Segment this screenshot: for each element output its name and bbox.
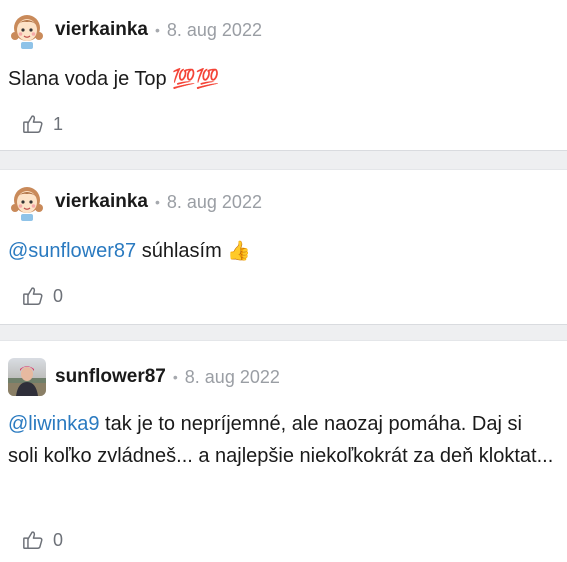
comment-text: @liwinka9 tak je to nepríjemné, ale naoz… [8, 408, 557, 472]
girl-cartoon-avatar-icon[interactable] [8, 11, 46, 49]
comment-date: 8. aug 2022 [184, 366, 280, 387]
thumbs-up-icon [23, 115, 43, 133]
meta-separator: • [154, 22, 160, 38]
meta-separator: • [172, 369, 178, 385]
user-mention-link[interactable]: @sunflower87 [8, 240, 136, 262]
user-photo-avatar-icon[interactable] [8, 358, 46, 396]
like-button[interactable]: 0 [22, 284, 63, 308]
comment-text: Slana voda je Top 💯💯 [8, 64, 557, 95]
like-button[interactable]: 0 [22, 528, 63, 552]
comment-item: sunflower87 • 8. aug 2022 @liwinka9 tak … [0, 341, 567, 562]
comment-divider [0, 150, 567, 170]
comment-header: vierkainka • 8. aug 2022 [8, 180, 262, 224]
comment-author[interactable]: sunflower87 [55, 366, 166, 388]
user-mention-link[interactable]: @liwinka9 [8, 413, 99, 435]
comment-author[interactable]: vierkainka [55, 191, 148, 213]
meta-separator: • [154, 194, 160, 210]
comment-item: vierkainka • 8. aug 2022 @sunflower87 sú… [0, 170, 567, 324]
comment-feed: vierkainka • 8. aug 2022 Slana voda je T… [0, 0, 567, 562]
girl-cartoon-avatar-icon[interactable] [8, 183, 46, 221]
like-button[interactable]: 1 [22, 112, 63, 136]
comment-author[interactable]: vierkainka [55, 19, 148, 41]
like-count: 0 [53, 285, 64, 306]
comment-text-content: súhlasím [136, 240, 228, 262]
like-count: 0 [53, 529, 64, 550]
like-count: 1 [53, 113, 64, 134]
comment-text: @sunflower87 súhlasím 👍 [8, 236, 557, 267]
comment-header: vierkainka • 8. aug 2022 [8, 8, 262, 52]
thumbs-up-icon [23, 287, 43, 305]
comment-date: 8. aug 2022 [166, 191, 262, 212]
comment-header: sunflower87 • 8. aug 2022 [8, 355, 280, 399]
hundred-points-emoji: 💯💯 [172, 69, 220, 90]
comment-divider [0, 324, 567, 341]
comment-text-content: Slana voda je Top [8, 68, 173, 90]
comment-date: 8. aug 2022 [166, 19, 262, 40]
thumbs-up-emoji: 👍 [227, 241, 251, 262]
comment-item: vierkainka • 8. aug 2022 Slana voda je T… [0, 0, 567, 150]
thumbs-up-icon [23, 531, 43, 549]
